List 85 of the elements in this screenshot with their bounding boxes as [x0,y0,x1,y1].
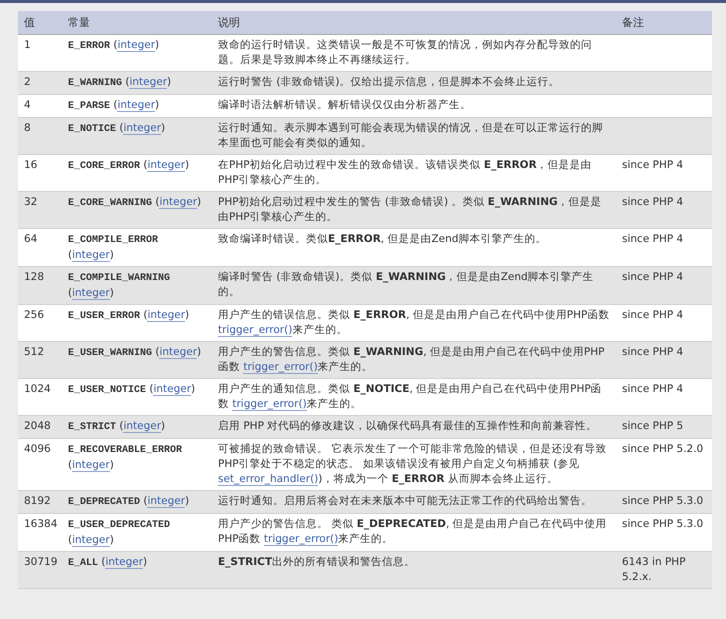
note-cell: since PHP 5.2.0 [616,438,712,490]
note-cell: 6143 in PHP 5.2.x. [616,552,712,588]
constant-cell: E_USER_ERROR (integer) [62,304,212,342]
description-cell: 致命编译时错误。类似E_ERROR, 但是是由Zend脚本引擎产生的。 [212,228,616,266]
constant-cell: E_COMPILE_WARNING (integer) [62,266,212,304]
note-cell: since PHP 4 [616,154,712,192]
description-cell: 运行时通知。表示脚本遇到可能会表现为错误的情况，但是在可以正常运行的脚本里面也可能会有类似的通知。 [212,118,616,154]
type-link[interactable]: integer [123,122,162,135]
description-cell: 编译时警告 (非致命错误)。类似 E_WARNING，但是是由Zend脚本引擎产生的。 [212,266,616,304]
note-cell: since PHP 5.3.0 [616,514,712,552]
description-cell: 编译时语法解析错误。解析错误仅仅由分析器产生。 [212,94,616,118]
value-cell: 8192 [18,490,62,514]
constant-cell: E_CORE_WARNING (integer) [62,192,212,228]
type-link[interactable]: integer [147,309,186,322]
value-cell: 30719 [18,552,62,588]
description-cell: 用户产生的错误信息。类似 E_ERROR, 但是是由用户自己在代码中使用PHP函数 trigger_error()来产生的。 [212,304,616,342]
constant-cell: E_ERROR (integer) [62,34,212,72]
constant-cell: E_USER_DEPRECATED (integer) [62,514,212,552]
column-header: 常量 [62,11,212,34]
description-cell: E_STRICT出外的所有错误和警告信息。 [212,552,616,588]
type-link[interactable]: integer [159,196,198,209]
description-cell: 可被捕捉的致命错误。 它表示发生了一个可能非常危险的错误，但是还没有导致PHP引擎处于不稳定的状态。 如果该错误没有被用户自定义句柄捕获 (参见 set_error_handler())，将成为一个 E_ERROR 从而脚本会终止运行。 [212,438,616,490]
description-cell: 致命的运行时错误。这类错误一般是不可恢复的情况，例如内存分配导致的问题。后果是导致脚本终止不再继续运行。 [212,34,616,72]
constant-cell: E_CORE_ERROR (integer) [62,154,212,192]
value-cell: 16384 [18,514,62,552]
function-link[interactable]: trigger_error() [232,398,307,411]
constant-cell: E_USER_WARNING (integer) [62,342,212,378]
value-cell: 2048 [18,416,62,438]
type-link[interactable]: integer [72,287,110,300]
note-cell: since PHP 4 [616,342,712,378]
constant-cell: E_STRICT (integer) [62,416,212,438]
note-cell: since PHP 5 [616,416,712,438]
type-link[interactable]: integer [147,159,186,172]
value-cell: 1024 [18,378,62,416]
type-link[interactable]: integer [72,249,110,262]
description-cell: 在PHP初始化启动过程中发生的致命错误。该错误类似 E_ERROR，但是是由PHP引擎核心产生的。 [212,154,616,192]
function-link[interactable]: trigger_error() [264,533,338,546]
description-cell: 用户产生的警告信息。类似 E_WARNING, 但是是由用户自己在代码中使用PHP函数 trigger_error()来产生的。 [212,342,616,378]
type-link[interactable]: integer [159,346,198,359]
description-cell: 用户产生的通知信息。类似 E_NOTICE, 但是是由用户自己在代码中使用PHP函数 trigger_error()来产生的。 [212,378,616,416]
value-cell: 8 [18,118,62,154]
type-link[interactable]: integer [123,420,162,433]
type-link[interactable]: integer [105,556,144,569]
description-cell: 启用 PHP 对代码的修改建议，以确保代码具有最佳的互操作性和向前兼容性。 [212,416,616,438]
note-cell: since PHP 4 [616,228,712,266]
type-link[interactable]: integer [117,39,156,52]
type-link[interactable]: integer [147,495,186,508]
description-cell: 用户产少的警告信息。 类似 E_DEPRECATED, 但是是由用户自己在代码中使用PHP函数 trigger_error()来产生的。 [212,514,616,552]
note-cell: since PHP 5.3.0 [616,490,712,514]
type-link[interactable]: integer [72,459,110,472]
constant-cell: E_NOTICE (integer) [62,118,212,154]
description-cell: 运行时警告 (非致命错误)。仅给出提示信息，但是脚本不会终止运行。 [212,72,616,94]
value-cell: 64 [18,228,62,266]
value-cell: 32 [18,192,62,228]
note-cell: since PHP 4 [616,192,712,228]
type-link[interactable]: integer [117,99,156,112]
value-cell: 16 [18,154,62,192]
constant-cell: E_PARSE (integer) [62,94,212,118]
type-link[interactable]: integer [72,534,110,547]
value-cell: 4096 [18,438,62,490]
value-cell: 256 [18,304,62,342]
constant-cell: E_WARNING (integer) [62,72,212,94]
value-cell: 1 [18,34,62,72]
constant-cell: E_DEPRECATED (integer) [62,490,212,514]
value-cell: 4 [18,94,62,118]
constant-cell: E_RECOVERABLE_ERROR (integer) [62,438,212,490]
description-cell: PHP初始化启动过程中发生的警告 (非致命错误) 。类似 E_WARNING，但是是由PHP引擎核心产生的。 [212,192,616,228]
function-link[interactable]: set_error_handler() [218,473,318,486]
type-link[interactable]: integer [153,383,192,396]
value-cell: 2 [18,72,62,94]
constant-cell: E_USER_NOTICE (integer) [62,378,212,416]
column-header: 备注 [616,11,712,34]
value-cell: 128 [18,266,62,304]
note-cell: since PHP 4 [616,266,712,304]
constant-cell: E_COMPILE_ERROR (integer) [62,228,212,266]
value-cell: 512 [18,342,62,378]
function-link[interactable]: trigger_error() [218,324,292,337]
column-header: 说明 [212,11,616,34]
column-header: 值 [18,11,62,34]
function-link[interactable]: trigger_error() [243,361,318,374]
note-cell: since PHP 4 [616,378,712,416]
description-cell: 运行时通知。启用后将会对在未来版本中可能无法正常工作的代码给出警告。 [212,490,616,514]
note-cell: since PHP 4 [616,304,712,342]
constant-cell: E_ALL (integer) [62,552,212,588]
type-link[interactable]: integer [129,76,168,89]
